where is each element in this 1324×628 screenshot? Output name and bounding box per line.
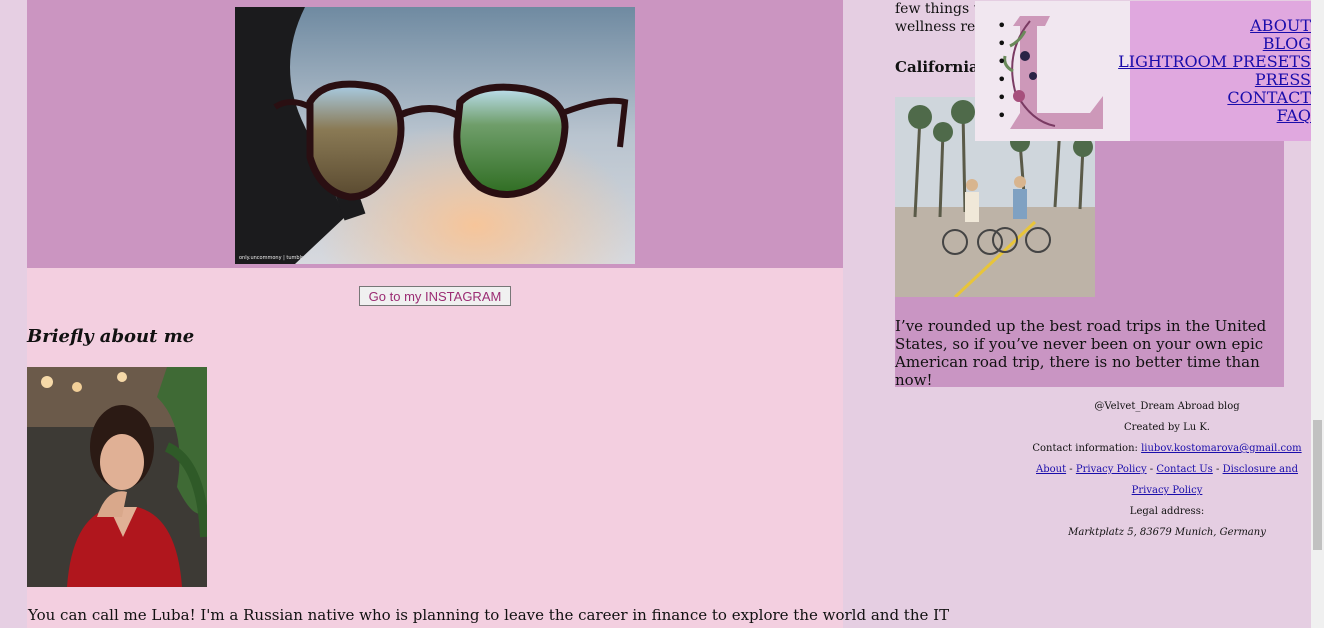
intro-paragraph: You can call me Luba! I'm a Russian nati… bbox=[28, 606, 950, 624]
nav-link-lightroom-presets[interactable]: LIGHTROOM PRESETS bbox=[1118, 52, 1311, 71]
footer-contact: Contact information: liubov.kostomarova@… bbox=[1022, 438, 1312, 459]
nav-bullet-list: • • • • • • bbox=[997, 17, 1006, 125]
list-bullet: • bbox=[997, 16, 1007, 35]
nav-link-blog[interactable]: BLOG bbox=[1263, 34, 1311, 53]
footer-link-about[interactable]: About bbox=[1036, 464, 1066, 475]
nav-link-press[interactable]: PRESS bbox=[1255, 70, 1311, 89]
main-column: only.uncommony | tumblr Go to my INSTAGR… bbox=[27, 0, 949, 628]
main-menu: ABOUT BLOG LIGHTROOM PRESETS PRESS CONTA… bbox=[1118, 17, 1311, 125]
footer-separator: - bbox=[1212, 464, 1223, 475]
header-nav: • • • • • • ABOUT BLOG LIGHTROOM PRESETS… bbox=[975, 1, 1311, 141]
hero-band: only.uncommony | tumblr bbox=[27, 0, 843, 268]
site-logo[interactable]: • • • • • • bbox=[975, 1, 1130, 141]
site-footer: @Velvet_Dream Abroad blog Created by Lu … bbox=[1022, 396, 1312, 543]
footer-link-contact-us[interactable]: Contact Us bbox=[1156, 464, 1212, 475]
footer-created-by: Created by Lu K. bbox=[1124, 422, 1210, 433]
sunglasses-hero-image: only.uncommony | tumblr bbox=[235, 7, 635, 264]
list-bullet: • bbox=[997, 52, 1007, 71]
legal-address: Marktplatz 5, 83679 Munich, Germany bbox=[1068, 527, 1266, 538]
nav-link-about[interactable]: ABOUT bbox=[1250, 16, 1311, 35]
about-heading: Briefly about me bbox=[27, 326, 195, 347]
scrollbar-thumb[interactable] bbox=[1313, 420, 1322, 550]
footer-links: About - Privacy Policy - Contact Us - Di… bbox=[1022, 459, 1312, 501]
author-portrait bbox=[27, 367, 207, 587]
nav-link-contact[interactable]: CONTACT bbox=[1227, 88, 1311, 107]
nav-link-faq[interactable]: FAQ bbox=[1277, 106, 1311, 125]
page-left-margin bbox=[0, 0, 27, 628]
contact-label: Contact information: bbox=[1032, 443, 1138, 454]
footer-link-privacy-policy[interactable]: Privacy Policy bbox=[1076, 464, 1147, 475]
post-excerpt: I’ve rounded up the best road trips in t… bbox=[895, 317, 1267, 389]
contact-email-link[interactable]: liubov.kostomarova@gmail.com bbox=[1141, 443, 1302, 454]
instagram-button[interactable]: Go to my INSTAGRAM bbox=[359, 286, 511, 306]
partial-line-2: wellness retr bbox=[895, 19, 988, 35]
list-bullet: • bbox=[997, 70, 1007, 89]
page-scrollbar[interactable] bbox=[1311, 0, 1324, 628]
list-bullet: • bbox=[997, 34, 1007, 53]
image-credit: only.uncommony | tumblr bbox=[239, 255, 304, 261]
list-bullet: • bbox=[997, 88, 1007, 107]
footer-separator: - bbox=[1146, 464, 1157, 475]
footer-separator: - bbox=[1066, 464, 1076, 475]
list-bullet: • bbox=[997, 106, 1007, 125]
legal-label: Legal address: bbox=[1129, 506, 1205, 517]
footer-brand: @Velvet_Dream Abroad blog bbox=[1094, 401, 1240, 412]
